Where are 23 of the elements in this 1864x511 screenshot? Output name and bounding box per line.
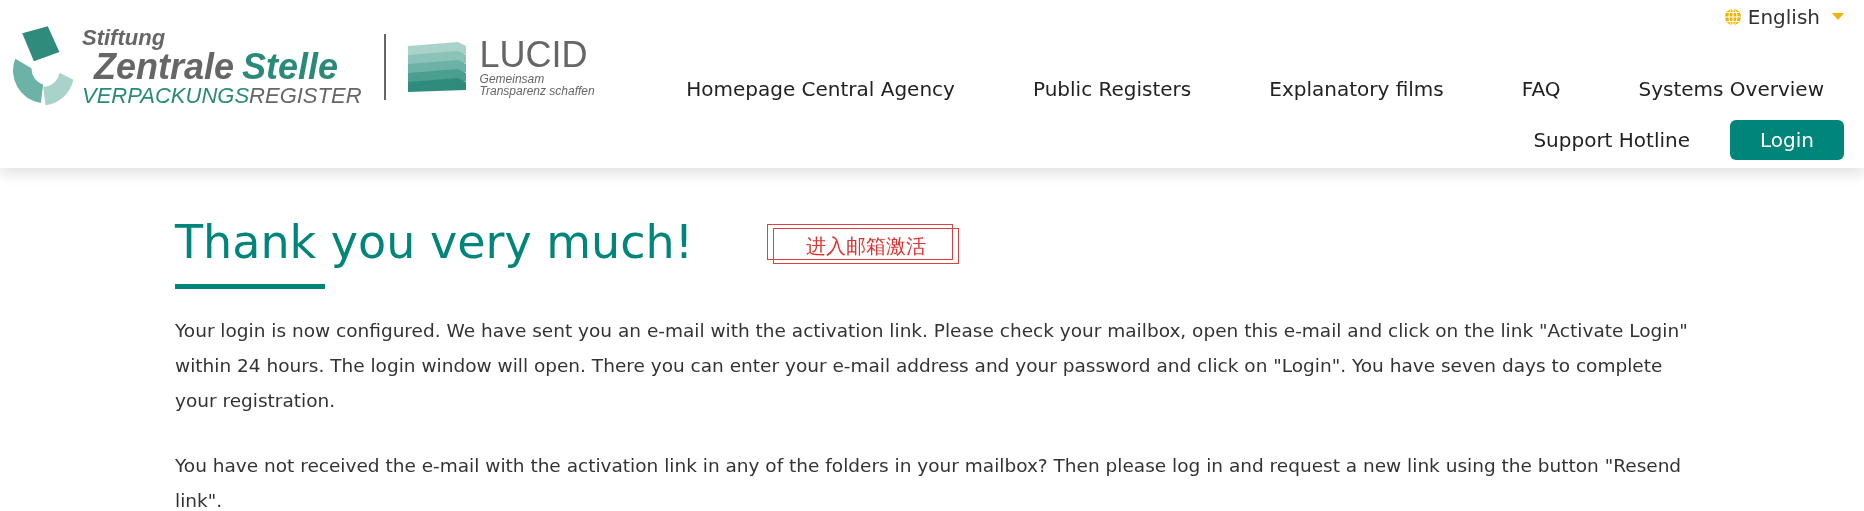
annotation-label: 进入邮箱激活 (773, 228, 960, 264)
nav-link[interactable]: Explanatory films (1269, 74, 1444, 104)
page-heading: Thank you very much! (175, 214, 694, 271)
logo-text: Stiftung (82, 27, 167, 49)
body-paragraph: Your login is now configured. We have sent you an e-mail with the activation link. Please check your mailbox, open this e-mail and click on the link "Activate Login" within 24 hours. The login window will open. There you can enter your e-mail address and your password and click on "Login". You have seven days to complete your registration. (175, 319, 1689, 413)
layers-logo-icon (407, 42, 466, 92)
language-selector[interactable]: English (1723, 2, 1844, 32)
nav-link[interactable]: FAQ (1521, 74, 1561, 104)
logo-text: Stelle (242, 49, 339, 85)
logo-text: LUCID (479, 37, 589, 73)
nav-link[interactable]: Systems Overview (1638, 74, 1824, 104)
nav-link[interactable]: Support Hotline (1533, 125, 1691, 155)
nav-link[interactable]: Homepage Central Agency (686, 74, 955, 104)
login-button[interactable]: Login (1730, 120, 1844, 160)
logo-text: REGISTER (249, 85, 362, 107)
body-paragraph: You have not received the e-mail with the activation link in any of the folders in your mailbox? Then please log in and request a new link using the button "Resend link". (175, 454, 1683, 511)
logo-text: Zentrale (94, 49, 235, 85)
globe-icon (1723, 8, 1742, 26)
caret-icon (1832, 13, 1844, 21)
logo-text: Transparenz schaffen (479, 85, 595, 97)
nav-link[interactable]: Public Registers (1032, 74, 1192, 104)
logo-text: Gemeinsam (479, 73, 546, 85)
logo-text: VERPACKUNGS (82, 85, 250, 107)
